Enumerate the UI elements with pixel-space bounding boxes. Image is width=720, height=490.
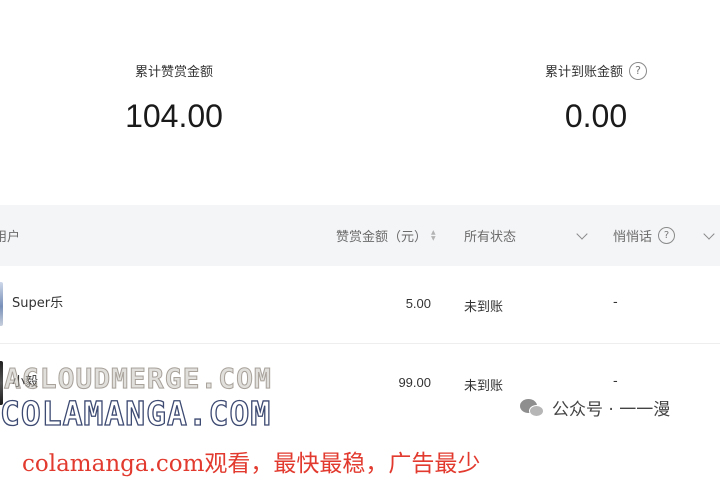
reward-amount: 5.00 — [405, 296, 431, 311]
wechat-icon — [520, 397, 546, 419]
user-nickname: Super乐 — [12, 296, 64, 311]
arrived-amount-label: 累计到账金额 — [544, 65, 623, 80]
table-header: 用户 赞赏金额（元） ▲ ▼ 所有状态 悄悄话 ? — [0, 205, 720, 266]
status-text: 未到账 — [464, 300, 504, 315]
reward-amount: 99.00 — [398, 375, 431, 390]
watermark-acloudmerge: ACLOUDMERGE.COM — [4, 362, 272, 396]
total-reward-stat: 累计赞赏金额 104.00 — [104, 61, 244, 135]
chevron-down-icon[interactable] — [576, 227, 588, 240]
sort-icon[interactable]: ▲ ▼ — [431, 229, 436, 242]
status-filter-dropdown[interactable]: 所有状态 — [464, 205, 588, 266]
help-icon[interactable]: ? — [658, 227, 676, 244]
message-text: - — [613, 295, 618, 310]
column-amount-label: 赞赏金额（元） — [336, 230, 428, 245]
official-account-watermark: 公众号 · 一一漫 — [520, 395, 670, 420]
column-message: 悄悄话 ? — [613, 205, 715, 266]
total-reward-value: 104.00 — [125, 98, 223, 134]
arrived-amount-stat: 累计到账金额 ? 0.00 — [520, 61, 672, 135]
status-text: 未到账 — [464, 379, 504, 394]
avatar — [0, 282, 3, 326]
help-icon[interactable]: ? — [629, 61, 647, 80]
column-message-label: 悄悄话 — [613, 230, 653, 245]
column-user: 用户 — [0, 205, 20, 266]
total-reward-label: 累计赞赏金额 — [134, 65, 213, 80]
message-text: - — [613, 374, 618, 389]
watermark-colamanga: COLAMANGA.COM — [0, 393, 272, 433]
column-amount-sortable[interactable]: 赞赏金额（元） ▲ ▼ — [336, 205, 436, 266]
arrived-amount-value: 0.00 — [564, 98, 628, 134]
official-account-text: 公众号 · 一一漫 — [552, 400, 671, 420]
watermark-ad-text: colamanga.com观看，最快最稳，广告最少 — [22, 451, 481, 477]
table-row: Super乐 5.00 未到账 - — [0, 266, 720, 344]
chevron-down-icon[interactable] — [703, 227, 715, 240]
status-filter-label: 所有状态 — [464, 230, 517, 245]
column-user-label: 用户 — [0, 230, 21, 245]
